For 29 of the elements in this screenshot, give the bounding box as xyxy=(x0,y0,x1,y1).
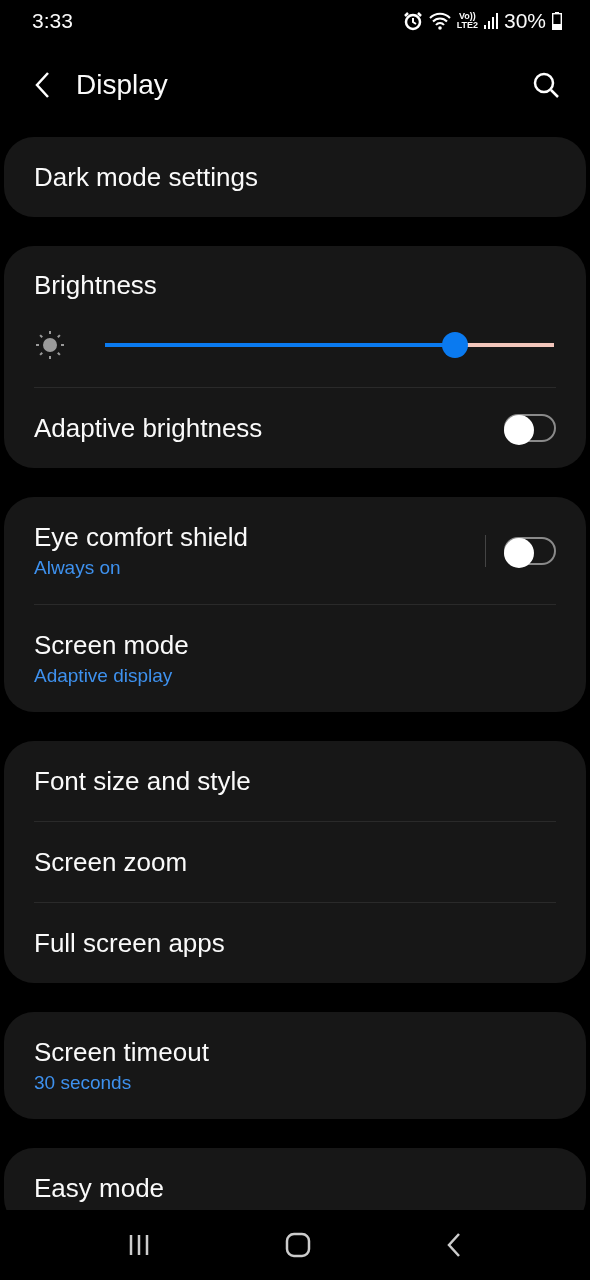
clock-time: 3:33 xyxy=(32,9,73,33)
setting-value: 30 seconds xyxy=(34,1072,133,1094)
setting-value: Always on xyxy=(34,557,122,579)
home-button[interactable] xyxy=(285,1232,311,1258)
setting-value: Adaptive display xyxy=(34,665,174,687)
page-title: Display xyxy=(76,69,168,101)
battery-icon xyxy=(552,12,562,30)
setting-label: Easy mode xyxy=(34,1172,166,1204)
setting-label: Screen mode xyxy=(34,630,190,661)
setting-label: Font size and style xyxy=(34,765,252,797)
setting-label: Adaptive brightness xyxy=(34,412,264,444)
wifi-icon xyxy=(428,12,451,30)
alarm-icon xyxy=(402,11,423,31)
search-button[interactable] xyxy=(532,71,560,99)
setting-label: Brightness xyxy=(34,270,158,301)
setting-label: Full screen apps xyxy=(34,927,226,959)
setting-label: Screen timeout xyxy=(34,1037,210,1068)
sun-icon xyxy=(34,329,66,361)
setting-label: Screen zoom xyxy=(34,846,189,878)
slider-thumb[interactable] xyxy=(442,332,469,358)
toggle-switch[interactable] xyxy=(504,414,556,442)
setting-label: Eye comfort shield xyxy=(34,522,249,553)
back-nav-button[interactable] xyxy=(445,1232,463,1258)
signal-icon xyxy=(483,13,498,29)
recent-apps-button[interactable] xyxy=(127,1233,151,1257)
setting-label: Dark mode settings xyxy=(34,161,259,193)
battery-percent: 30% xyxy=(503,9,546,33)
toggle-switch[interactable] xyxy=(504,536,556,565)
network-label: Vo)) LTE2 xyxy=(456,12,478,30)
